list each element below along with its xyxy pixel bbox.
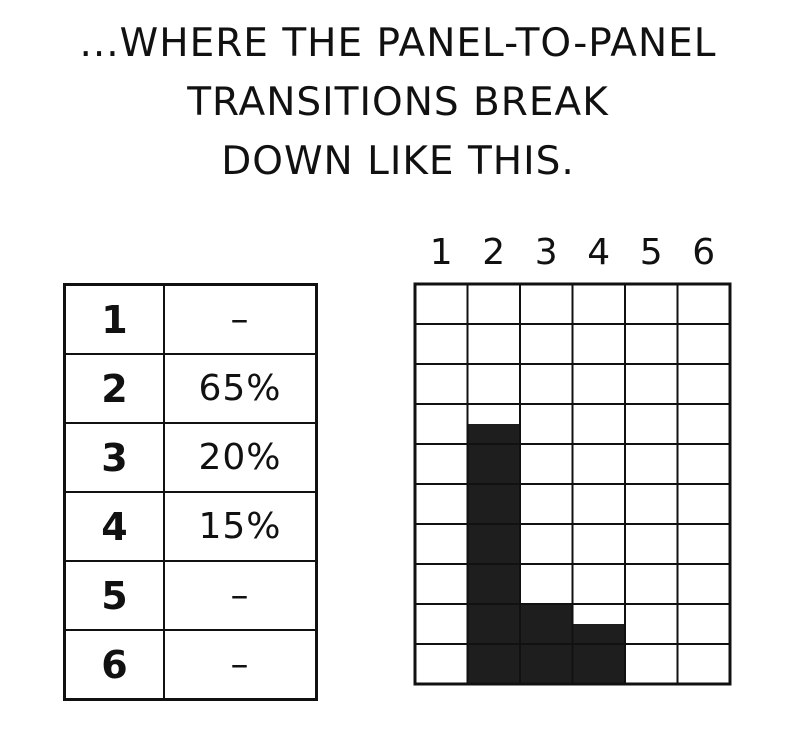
table-row: 1 – — [63, 283, 318, 355]
caption-line-3: DOWN LIKE THIS. — [221, 139, 575, 184]
comic-caption: ...WHERE THE PANEL-TO-PANEL TRANSITIONS … — [0, 14, 796, 191]
table-row: 3 20% — [63, 422, 318, 493]
table-cell-value: 65% — [163, 353, 318, 424]
table-row: 5 – — [63, 560, 318, 631]
x-tick-label: 3 — [535, 232, 558, 273]
x-tick-label: 4 — [587, 232, 610, 273]
table-cell-category: 3 — [63, 422, 165, 493]
transition-bar-chart: 123456 — [413, 232, 732, 686]
table-cell-category: 1 — [63, 283, 165, 355]
caption-line-2: TRANSITIONS BREAK — [187, 80, 609, 125]
table-row: 2 65% — [63, 353, 318, 424]
table-cell-category: 4 — [63, 491, 165, 562]
table-cell-category: 6 — [63, 629, 165, 701]
bar-4 — [572, 624, 625, 684]
table-cell-value: 20% — [163, 422, 318, 493]
table-cell-category: 2 — [63, 353, 165, 424]
table-cell-value: – — [163, 283, 318, 355]
table-cell-value: – — [163, 560, 318, 631]
x-tick-label: 2 — [482, 232, 505, 273]
table-cell-value: – — [163, 629, 318, 701]
table-row: 6 – — [63, 629, 318, 701]
table-cell-category: 5 — [63, 560, 165, 631]
transition-table: 1 – 2 65% 3 20% 4 15% 5 – 6 – — [63, 283, 318, 701]
table-row: 4 15% — [63, 491, 318, 562]
table-cell-value: 15% — [163, 491, 318, 562]
caption-line-1: ...WHERE THE PANEL-TO-PANEL — [79, 21, 717, 66]
x-tick-label: 1 — [430, 232, 453, 273]
x-tick-label: 5 — [640, 232, 663, 273]
x-tick-label: 6 — [692, 232, 715, 273]
